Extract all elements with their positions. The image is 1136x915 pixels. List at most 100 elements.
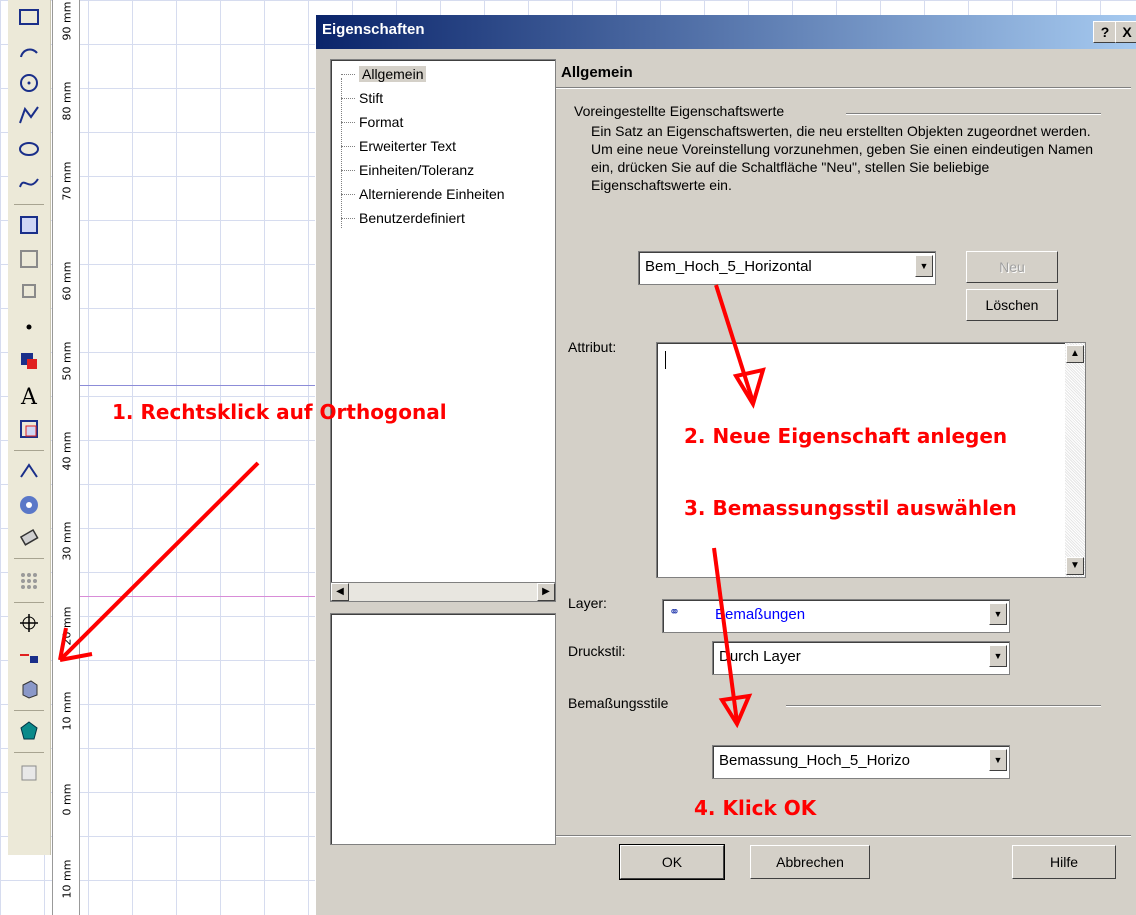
preset-value: Bem_Hoch_5_Horizontal: [645, 258, 812, 275]
dialog-titlebar[interactable]: Eigenschaften ? X: [316, 15, 1136, 49]
ruler-label: 90 mm: [60, 1, 74, 41]
divider: [846, 113, 1101, 114]
scroll-down-icon[interactable]: ▼: [1066, 557, 1084, 575]
ellipse-icon[interactable]: [13, 134, 45, 164]
close-button[interactable]: X: [1115, 21, 1136, 43]
attribute-label: Attribut:: [568, 339, 617, 355]
spline-icon[interactable]: [13, 168, 45, 198]
tree-hscrollbar[interactable]: ◀ ▶: [330, 582, 556, 602]
tree-item-alternierende[interactable]: Alternierende Einheiten: [341, 186, 505, 202]
toolbar-separator: [14, 752, 44, 753]
preset-group-label: Voreingestellte Eigenschaftswerte: [574, 103, 785, 119]
ruler-label: 0 mm: [60, 783, 74, 816]
drawing-toolbar: A: [8, 0, 51, 855]
properties-dialog: Eigenschaften ? X Allgemein Stift Format…: [315, 15, 1136, 915]
tree-item-allgemein[interactable]: Allgemein: [341, 66, 427, 82]
preset-description: Ein Satz an Eigenschaftswerten, die neu …: [591, 123, 1094, 193]
help-title-button[interactable]: ?: [1093, 21, 1117, 43]
fill-icon[interactable]: [13, 346, 45, 376]
printstyle-value: Durch Layer: [719, 648, 801, 665]
delete-button[interactable]: Löschen: [966, 289, 1058, 321]
3d-icon[interactable]: [13, 456, 45, 486]
dimstyle-group-label: Bemaßungsstile: [568, 695, 669, 711]
annotation-step2: 2. Neue Eigenschaft anlegen: [684, 424, 1008, 448]
tree-item-erweiterter-text[interactable]: Erweiterter Text: [341, 138, 456, 154]
preview-pane: [330, 613, 556, 845]
divider: [556, 835, 1131, 836]
category-tree: Allgemein Stift Format Erweiterter Text …: [330, 59, 556, 583]
printstyle-select[interactable]: Durch Layer ▼: [712, 641, 1010, 675]
toolbar-separator: [14, 558, 44, 559]
scroll-up-icon[interactable]: ▲: [1066, 345, 1084, 363]
dialog-title: Eigenschaften: [322, 21, 425, 38]
layer-select[interactable]: ⚭ Bemaßungen ▼: [662, 599, 1010, 633]
preset-select[interactable]: Bem_Hoch_5_Horizontal ▼: [638, 251, 936, 285]
annotation-step4: 4. Klick OK: [694, 796, 817, 820]
dimstyle-value: Bemassung_Hoch_5_Horizo: [719, 752, 910, 769]
chevron-down-icon[interactable]: ▼: [989, 749, 1007, 771]
scroll-right-icon[interactable]: ▶: [537, 583, 555, 601]
rectangle-icon[interactable]: [13, 2, 45, 32]
attribute-scrollbar[interactable]: ▲ ▼: [1065, 343, 1085, 577]
divider: [556, 87, 1131, 88]
text-frame-icon[interactable]: [13, 414, 45, 444]
layer-icon: ⚭: [669, 604, 680, 619]
ruler-label: 10 mm: [60, 859, 74, 899]
tree-item-einheiten[interactable]: Einheiten/Toleranz: [341, 162, 474, 178]
divider: [786, 705, 1101, 706]
dimstyle-select[interactable]: Bemassung_Hoch_5_Horizo ▼: [712, 745, 1010, 779]
text-caret: [665, 351, 666, 369]
tree-item-format[interactable]: Format: [341, 114, 403, 130]
guide-line: [78, 596, 318, 597]
cancel-button[interactable]: Abbrechen: [750, 845, 870, 879]
eraser-icon[interactable]: [13, 522, 45, 552]
polyline-icon[interactable]: [13, 100, 45, 130]
text-icon[interactable]: A: [13, 380, 45, 410]
dimension-edit-icon[interactable]: [13, 244, 45, 274]
page-icon[interactable]: [13, 758, 45, 788]
annotation-step1: 1. Rechtsklick auf Orthogonal: [112, 400, 447, 424]
toolbar-separator: [14, 602, 44, 603]
toolbar-separator: [14, 450, 44, 451]
ok-button[interactable]: OK: [619, 844, 725, 880]
tree-item-stift[interactable]: Stift: [341, 90, 383, 106]
disc-icon[interactable]: [13, 490, 45, 520]
layer-value: Bemaßungen: [715, 606, 806, 623]
arc-icon[interactable]: [13, 36, 45, 66]
ruler-label: 10 mm: [60, 691, 74, 731]
orthogonal-icon[interactable]: [13, 608, 45, 638]
ruler-label: 20 mm: [60, 606, 74, 646]
lock-icon[interactable]: [13, 642, 45, 672]
layer-label: Layer:: [568, 595, 607, 611]
ruler-label: 80 mm: [60, 81, 74, 121]
chevron-down-icon[interactable]: ▼: [989, 645, 1007, 667]
guide-line: [78, 385, 318, 386]
scroll-left-icon[interactable]: ◀: [331, 583, 349, 601]
circle-icon[interactable]: [13, 68, 45, 98]
section-title: Allgemein: [561, 64, 633, 81]
point-icon[interactable]: [13, 312, 45, 342]
new-button[interactable]: Neu: [966, 251, 1058, 283]
dimension-icon[interactable]: [13, 210, 45, 240]
toolbar-separator: [14, 204, 44, 205]
frame-icon[interactable]: [13, 276, 45, 306]
ruler-label: 30 mm: [60, 521, 74, 561]
chevron-down-icon[interactable]: ▼: [989, 603, 1007, 625]
ruler-label: 40 mm: [60, 431, 74, 471]
attribute-textarea[interactable]: ▲ ▼: [656, 342, 1086, 578]
tree-item-benutzerdefiniert[interactable]: Benutzerdefiniert: [341, 210, 465, 226]
svg-text:A: A: [20, 385, 38, 407]
ruler-label: 50 mm: [60, 341, 74, 381]
cube-icon[interactable]: [13, 674, 45, 704]
annotation-step3: 3. Bemassungsstil auswählen: [684, 496, 1017, 520]
gem-icon[interactable]: [13, 716, 45, 746]
grid-icon[interactable]: [13, 566, 45, 596]
chevron-down-icon[interactable]: ▼: [915, 255, 933, 277]
ruler-label: 70 mm: [60, 161, 74, 201]
help-button[interactable]: Hilfe: [1012, 845, 1116, 879]
ruler-label: 60 mm: [60, 261, 74, 301]
vertical-ruler[interactable]: 90 mm 80 mm 70 mm 60 mm 50 mm 40 mm 30 m…: [52, 0, 80, 915]
toolbar-separator: [14, 710, 44, 711]
printstyle-label: Druckstil:: [568, 643, 626, 659]
tree-item-label: Allgemein: [359, 66, 427, 82]
